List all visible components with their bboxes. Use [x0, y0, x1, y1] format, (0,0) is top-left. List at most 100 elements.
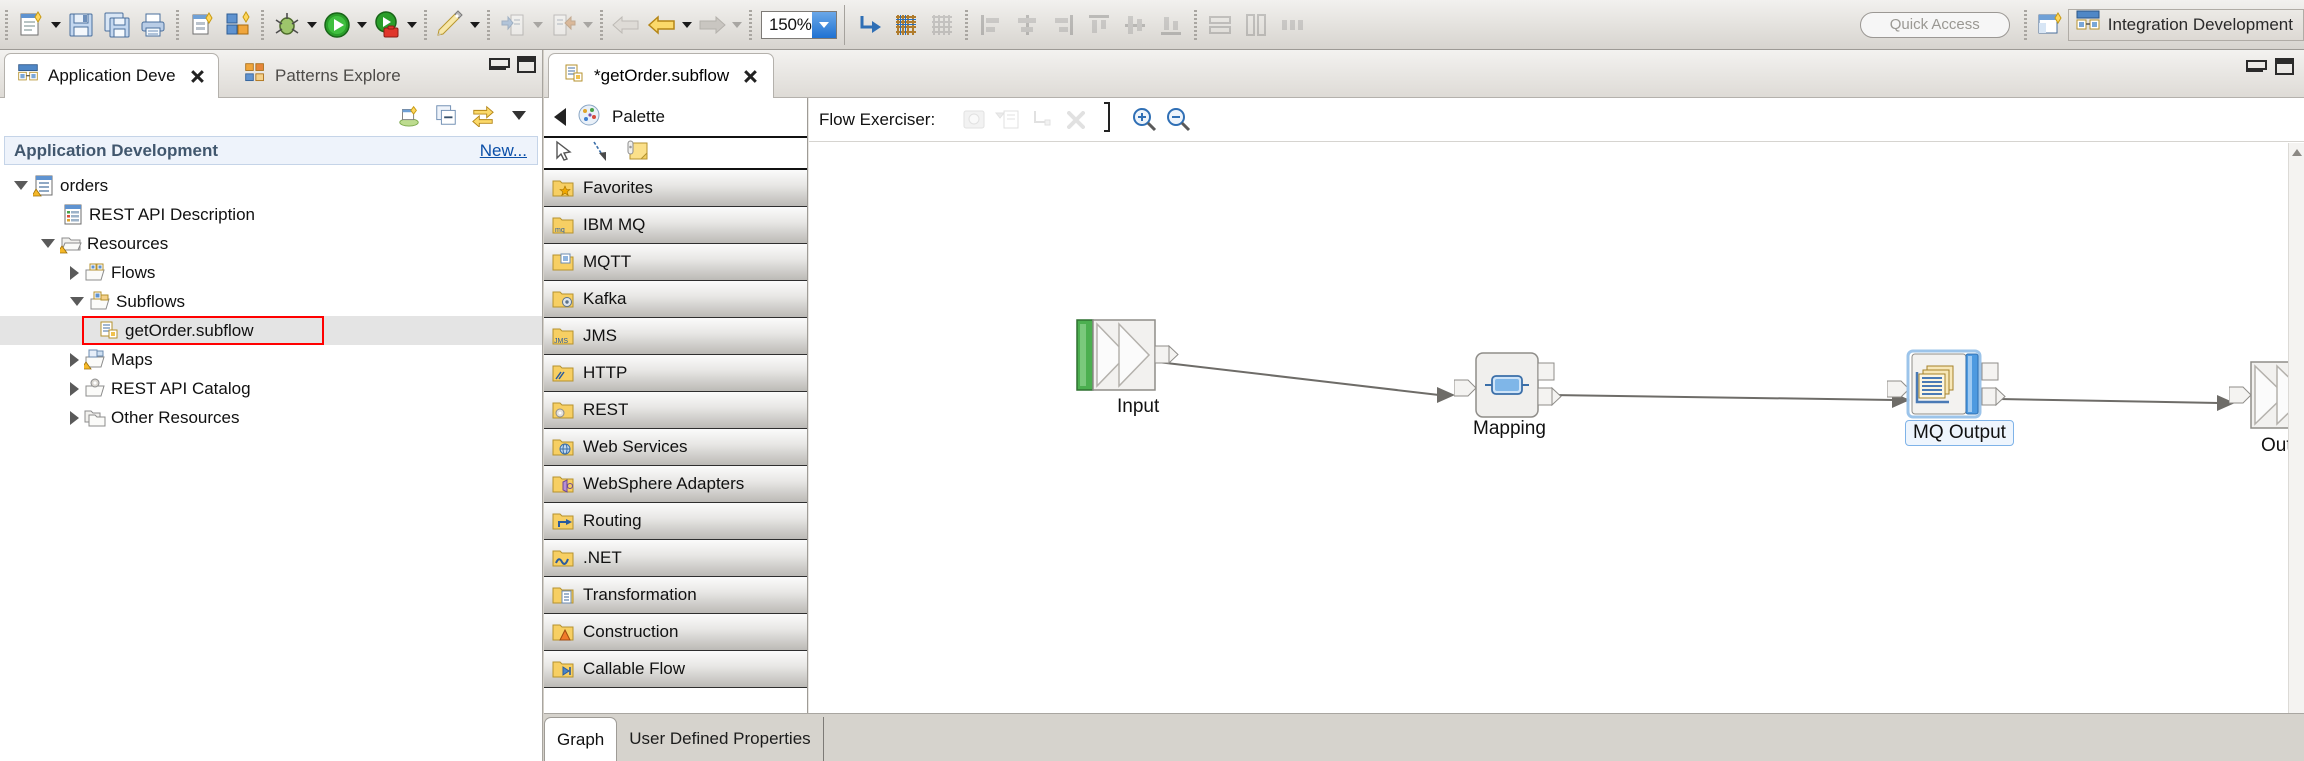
align-bottom-button[interactable] — [1153, 7, 1189, 43]
export-button[interactable] — [545, 7, 581, 43]
palette-drawer-mqtt[interactable]: MQTT — [544, 244, 807, 281]
palette-drawer-http[interactable]: HTTP — [544, 355, 807, 392]
link-editor-icon[interactable] — [471, 103, 495, 132]
show-grid-button[interactable] — [888, 7, 924, 43]
twisty-open-icon[interactable] — [41, 239, 55, 248]
twisty-open-icon[interactable] — [70, 297, 84, 306]
view-tab-patterns-explorer[interactable]: Patterns Explore — [232, 53, 413, 98]
view-tab-application-development[interactable]: Application Deve — [4, 53, 219, 98]
new-application-button[interactable] — [184, 7, 220, 43]
palette-drawer-favorites[interactable]: Favorites — [544, 170, 807, 207]
zoom-out-button[interactable] — [1161, 105, 1195, 135]
maximize-icon[interactable] — [517, 56, 536, 73]
auto-layout-button[interactable] — [852, 7, 888, 43]
debug-dropdown[interactable] — [305, 7, 319, 43]
previous-edit-dropdown[interactable] — [680, 7, 694, 43]
close-icon[interactable] — [189, 68, 206, 85]
new-link[interactable]: New... — [480, 141, 527, 161]
tab-user-defined-properties[interactable]: User Defined Properties — [617, 717, 824, 761]
flow-node-output[interactable]: Output — [2228, 359, 2288, 469]
flow-node-mapping[interactable]: Mapping — [1453, 350, 1584, 460]
palette-drawer-web-services[interactable]: Web Services — [544, 429, 807, 466]
deploy-button[interactable] — [369, 7, 405, 43]
new-project-icon[interactable] — [397, 103, 421, 132]
start-recording-button[interactable] — [957, 105, 991, 135]
clear-exerciser-button[interactable] — [1059, 105, 1093, 135]
collapse-palette-icon[interactable] — [554, 108, 566, 126]
align-left-button[interactable] — [973, 7, 1009, 43]
palette-drawer-routing[interactable]: Routing — [544, 503, 807, 540]
flow-canvas[interactable]: Input Mapping MQ Output Ou — [809, 143, 2288, 713]
chevron-down-icon[interactable] — [812, 11, 836, 38]
deploy-dropdown[interactable] — [405, 7, 419, 43]
zoom-in-button[interactable] — [1127, 105, 1161, 135]
open-perspective-button[interactable] — [2032, 7, 2068, 43]
import-dropdown[interactable] — [531, 7, 545, 43]
print-button[interactable] — [135, 7, 171, 43]
twisty-closed-icon[interactable] — [70, 352, 79, 367]
save-button[interactable] — [63, 7, 99, 43]
forward-dropdown[interactable] — [730, 7, 744, 43]
connection-arrow-icon[interactable] — [588, 139, 612, 168]
close-icon[interactable] — [742, 68, 759, 85]
perspective-integration-development[interactable]: Integration Development — [2067, 8, 2304, 41]
zoom-level-combo[interactable]: 150% — [761, 10, 837, 39]
pen-test-button[interactable] — [432, 7, 468, 43]
import-button[interactable] — [495, 7, 531, 43]
forward-button[interactable] — [694, 7, 730, 43]
palette-drawer-jms[interactable]: JMS JMS — [544, 318, 807, 355]
message-path-button[interactable] — [1025, 105, 1059, 135]
back-button[interactable] — [608, 7, 644, 43]
palette-drawer-ibm-mq[interactable]: mq IBM MQ — [544, 207, 807, 244]
previous-edit-button[interactable] — [644, 7, 680, 43]
scroll-up-icon[interactable] — [2292, 149, 2302, 156]
twisty-open-icon[interactable] — [14, 181, 28, 190]
align-right-button[interactable] — [1045, 7, 1081, 43]
tree-row-resources[interactable]: Resources — [0, 229, 542, 258]
view-menu-chevron-icon[interactable] — [508, 104, 530, 131]
palette-drawer-websphere-adapters[interactable]: WebSphere Adapters — [544, 466, 807, 503]
send-message-button[interactable] — [991, 105, 1025, 135]
tree-row-rest-api-catalog[interactable]: REST API Catalog — [0, 374, 542, 403]
match-height-button[interactable] — [1238, 7, 1274, 43]
palette-drawer-transformation[interactable]: Transformation — [544, 577, 807, 614]
minimize-icon[interactable] — [2246, 60, 2267, 72]
snap-to-grid-button[interactable] — [924, 7, 960, 43]
palette-drawer-rest[interactable]: REST — [544, 392, 807, 429]
twisty-closed-icon[interactable] — [70, 410, 79, 425]
palette-drawer-kafka[interactable]: Kafka — [544, 281, 807, 318]
align-center-button[interactable] — [1009, 7, 1045, 43]
tree-row-subflows[interactable]: Subflows — [0, 287, 542, 316]
new-wizard-button[interactable] — [13, 7, 49, 43]
tree-row-flows[interactable]: Flows — [0, 258, 542, 287]
new-message-flow-button[interactable] — [220, 7, 256, 43]
tree-row-other-resources[interactable]: Other Resources — [0, 403, 542, 432]
palette-drawer-dotnet[interactable]: .NET — [544, 540, 807, 577]
debug-button[interactable] — [269, 7, 305, 43]
canvas-vertical-scrollbar[interactable] — [2288, 143, 2304, 713]
align-top-button[interactable] — [1081, 7, 1117, 43]
align-middle-button[interactable] — [1117, 7, 1153, 43]
tree-row-orders[interactable]: orders — [0, 171, 542, 200]
minimize-icon[interactable] — [489, 58, 510, 70]
tree-row-getorder-subflow[interactable]: getOrder.subflow — [0, 316, 542, 345]
twisty-closed-icon[interactable] — [70, 265, 79, 280]
palette-drawer-construction[interactable]: Construction — [544, 614, 807, 651]
tree-row-maps[interactable]: Maps — [0, 345, 542, 374]
distribute-button[interactable] — [1274, 7, 1310, 43]
flow-node-input[interactable]: Input — [1075, 316, 1195, 426]
twisty-closed-icon[interactable] — [70, 381, 79, 396]
palette-drawer-callable-flow[interactable]: Callable Flow — [544, 651, 807, 688]
new-wizard-dropdown[interactable] — [49, 7, 63, 43]
pen-test-dropdown[interactable] — [468, 7, 482, 43]
run-button[interactable] — [319, 7, 355, 43]
maximize-icon[interactable] — [2275, 58, 2294, 75]
save-all-button[interactable] — [99, 7, 135, 43]
export-dropdown[interactable] — [581, 7, 595, 43]
sticky-note-icon[interactable] — [624, 139, 650, 168]
run-dropdown[interactable] — [355, 7, 369, 43]
flow-node-mq-output[interactable]: MQ Output — [1886, 348, 2047, 468]
quick-access-input[interactable]: Quick Access — [1859, 11, 2010, 38]
tab-graph[interactable]: Graph — [544, 717, 618, 761]
collapse-all-icon[interactable] — [434, 103, 458, 132]
